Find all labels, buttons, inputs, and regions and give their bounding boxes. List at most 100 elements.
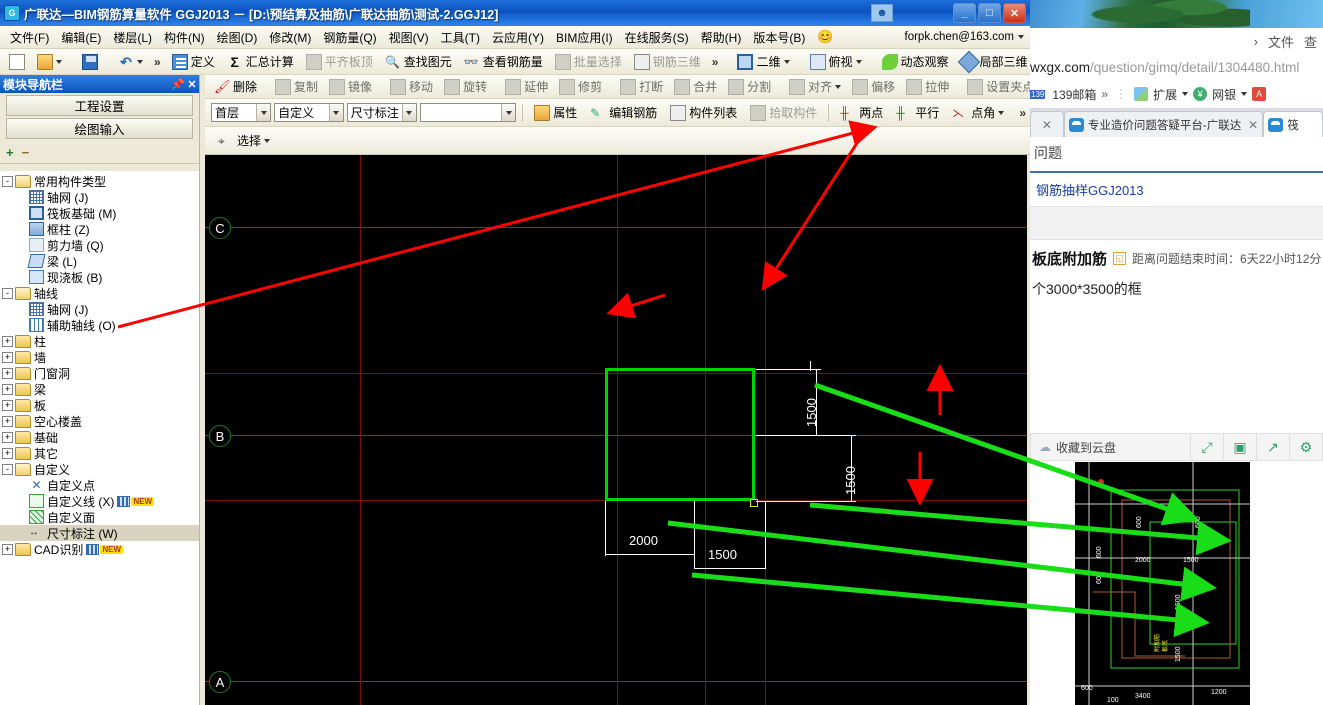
save-to-cloud-button[interactable]: ☁ 收藏到云盘 [1031,439,1124,456]
find-element-button[interactable]: 🔍 查找图元 [380,50,457,73]
app-a-icon[interactable]: A [1252,87,1267,101]
mirror-button[interactable]: 镜像 [324,75,377,98]
menu-item-version[interactable]: 版本号(B) [747,27,811,48]
bookmark-bank[interactable]: 网银 [1212,86,1236,103]
dimension-select[interactable]: 尺寸标注 [346,103,417,122]
chevron-down-icon[interactable] [137,59,143,64]
set-grip-button[interactable]: 设置夹点 [962,75,1030,98]
chevron-down-icon[interactable] [264,138,271,143]
expand-icon[interactable]: + [2,543,13,555]
align-slab-top-button[interactable]: 平齐板顶 [301,50,378,73]
menu-item-online[interactable]: 在线服务(S) [619,27,695,48]
menu-item-cloud[interactable]: 云应用(Y) [486,27,550,48]
menu-item-draw[interactable]: 绘图(D) [211,27,264,48]
share-icon[interactable]: ↗ [1256,433,1289,461]
tree-item[interactable]: 辅助轴线 (O) [0,317,199,333]
open-button[interactable] [32,51,67,73]
tree-item[interactable]: 轴网 (J) [0,189,199,205]
toolbar-overflow-2[interactable]: » [708,55,723,69]
component-tree[interactable]: - 常用构件类型 轴网 (J) 筏板基础 (M) 框柱 (Z) 剪力墙 (Q) 梁 (L) 现… [0,171,199,705]
tree-item[interactable]: + 板 [0,397,199,413]
emoji-face-icon[interactable]: 😊 [817,29,833,45]
save-icon[interactable]: ▣ [1223,433,1256,461]
browser-tab-1[interactable]: 专业造价问题答疑平台-广联达 ✕ [1063,111,1264,137]
tree-item[interactable]: ↔ 尺寸标注 (W) [0,525,199,541]
tree-item[interactable]: 筏板基础 (M) [0,205,199,221]
menu-item-modify[interactable]: 修改(M) [263,27,317,48]
toolbar-overflow-1[interactable]: » [150,55,165,69]
menu-item-file[interactable]: 文件(F) [4,27,55,48]
breadcrumb-link[interactable]: 钢筋抽样GGJ2013 [1030,173,1323,206]
undo-button[interactable]: ↶ [113,51,148,73]
close-icon[interactable]: ✕ [185,78,199,91]
menu-item-bim[interactable]: BIM应用(I) [550,27,619,48]
menu-item-help[interactable]: 帮助(H) [695,27,748,48]
trim-button[interactable]: 修剪 [554,75,607,98]
expand-icon[interactable]: + [2,383,13,395]
tree-item[interactable]: 自定义线 (X) NEW [0,493,199,509]
tree-item[interactable]: - 轴线 [0,285,199,301]
delete-button[interactable]: 🖌 删除 [209,75,262,98]
expand-icon[interactable]: + [2,415,13,427]
tree-item[interactable]: 现浇板 (B) [0,269,199,285]
point-angle-button[interactable]: ⋋ 点角 [947,101,1009,124]
expand-icon[interactable]: + [2,335,13,347]
tree-item[interactable]: - 常用构件类型 [0,173,199,189]
two-d-button[interactable]: 二维 [732,50,794,73]
slab-rectangle[interactable] [605,368,755,501]
chevron-down-icon[interactable] [1018,35,1024,39]
tree-item[interactable]: + CAD识别 NEW [0,541,199,557]
chevron-down-icon[interactable] [835,84,842,89]
top-view-button[interactable]: 俯视 [805,50,867,73]
align-button[interactable]: 对齐 [784,75,846,98]
tree-item[interactable]: 自定义面 [0,509,199,525]
drawing-input-button[interactable]: 绘图输入 [6,118,193,139]
minimize-button[interactable]: _ [953,3,976,23]
merge-button[interactable]: 合并 [669,75,722,98]
copy-button[interactable]: 复制 [270,75,323,98]
chevron-down-icon[interactable] [56,59,62,64]
expand-icon[interactable]: + [2,431,13,443]
account-area[interactable]: forpk.chen@163.com [905,31,1024,43]
tree-item[interactable]: 轴网 (J) [0,301,199,317]
rotate-button[interactable]: 旋转 [439,75,492,98]
tree-item[interactable]: + 墙 [0,349,199,365]
address-bar[interactable]: wxgx.com/question/gimq/detail/1304480.ht… [1030,54,1323,80]
close-icon[interactable]: ✕ [1042,118,1052,132]
stretch-button[interactable]: 拉伸 [901,75,954,98]
expand-icon[interactable]: + [2,399,13,411]
expand-all-icon[interactable]: + [6,145,14,160]
tree-item[interactable]: ✕ 自定义点 [0,477,199,493]
menu-item-rebar[interactable]: 钢筋量(Q) [317,27,382,48]
tree-item[interactable]: + 柱 [0,333,199,349]
chevron-down-icon[interactable] [998,110,1005,115]
rebar-3d-button[interactable]: 钢筋三维 [629,50,706,73]
expand-icon[interactable]: + [2,447,13,459]
save-button[interactable] [77,51,103,73]
view-rebar-button[interactable]: 👓 查看钢筋量 [459,50,548,73]
element-select[interactable] [419,103,517,122]
extend-button[interactable]: 延伸 [500,75,553,98]
break-button[interactable]: 打断 [615,75,668,98]
maximize-button[interactable]: □ [978,3,1001,23]
tree-item[interactable]: 剪力墙 (Q) [0,237,199,253]
new-button[interactable] [4,51,30,73]
chevron-down-icon[interactable] [328,104,343,121]
smiley-face-icon[interactable]: ☻ [871,4,893,22]
browser-tab-2[interactable]: 筏 [1263,111,1323,137]
collapse-all-icon[interactable]: − [22,145,30,160]
collapse-icon[interactable]: - [2,175,13,187]
close-button[interactable]: ✕ [1003,3,1026,23]
question-image[interactable]: 600 600 600 600 2000 1500 1500 1500 600 … [1075,462,1250,705]
menu-item-view[interactable]: 视图(V) [383,27,435,48]
floor-select[interactable]: 首层 [211,103,272,122]
browser-menu-extra[interactable]: 查 [1304,32,1317,51]
tree-item[interactable]: + 空心楼盖 [0,413,199,429]
chevron-down-icon[interactable] [1182,92,1189,96]
menu-item-floor[interactable]: 楼层(L) [107,27,158,48]
tree-item[interactable]: + 其它 [0,445,199,461]
define-button[interactable]: 定义 [167,50,220,73]
tree-item[interactable]: 框柱 (Z) [0,221,199,237]
browser-menu-file[interactable]: 文件 [1268,32,1294,51]
gear-icon[interactable]: ⚙ [1289,433,1322,461]
